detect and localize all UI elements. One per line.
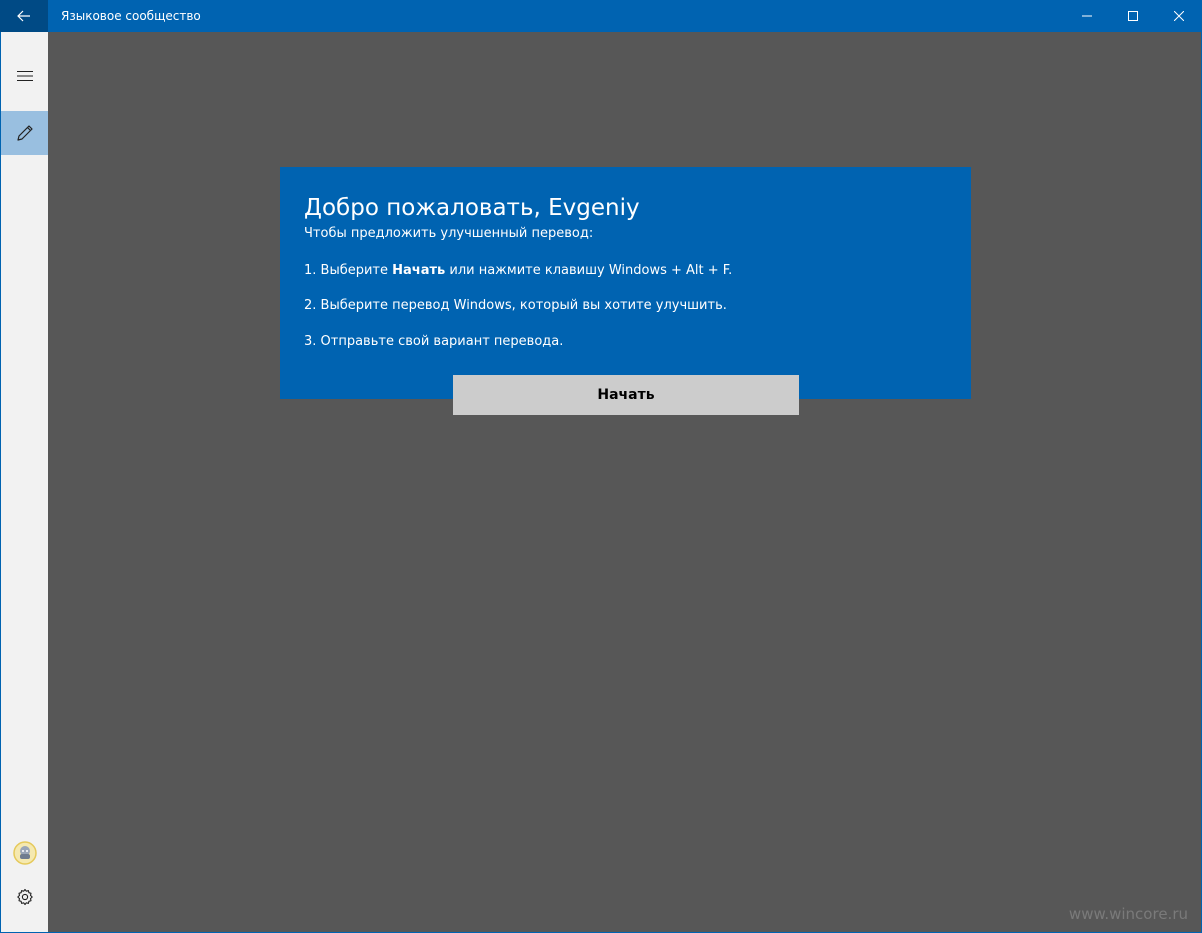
nav-pane <box>1 32 48 932</box>
step-1: 1. Выберите Начать или нажмите клавишу W… <box>304 263 732 278</box>
step-1-prefix: 1. Выберите <box>304 263 393 278</box>
step-1-bold: Начать <box>392 263 446 278</box>
pencil-icon <box>16 125 33 141</box>
minimize-button[interactable] <box>1064 0 1110 32</box>
gear-icon <box>16 888 33 906</box>
arrow-left-icon <box>17 10 30 22</box>
close-button[interactable] <box>1156 0 1202 32</box>
hamburger-icon <box>16 70 33 82</box>
avatar-icon <box>12 841 37 865</box>
app-window: Языковое сообщество Добро пожаловать, Ev… <box>0 0 1202 933</box>
app-title: Языковое сообщество <box>61 9 201 23</box>
back-button[interactable] <box>0 0 48 32</box>
step-1-suffix: или нажмите клавишу Windows + Alt + F. <box>445 263 733 278</box>
title-bar[interactable]: Языковое сообщество <box>0 0 1202 32</box>
maximize-button[interactable] <box>1110 0 1156 32</box>
watermark: www.wincore.ru <box>1068 905 1188 923</box>
step-3: 3. Отправьте свой вариант перевода. <box>304 334 564 349</box>
welcome-subtitle: Чтобы предложить улучшенный перевод: <box>304 226 594 241</box>
welcome-card: Добро пожаловать, Evgeniy Чтобы предложи… <box>280 167 971 399</box>
close-icon <box>1174 11 1184 21</box>
nav-item-edit[interactable] <box>1 111 48 155</box>
maximize-icon <box>1128 11 1138 21</box>
start-button[interactable]: Начать <box>453 375 799 415</box>
nav-item-settings[interactable] <box>1 875 48 919</box>
minimize-icon <box>1082 15 1092 17</box>
nav-item-avatar[interactable] <box>1 831 48 875</box>
step-2: 2. Выберите перевод Windows, который вы … <box>304 298 727 313</box>
nav-menu-button[interactable] <box>1 54 48 98</box>
welcome-title: Добро пожаловать, Evgeniy <box>304 195 640 221</box>
